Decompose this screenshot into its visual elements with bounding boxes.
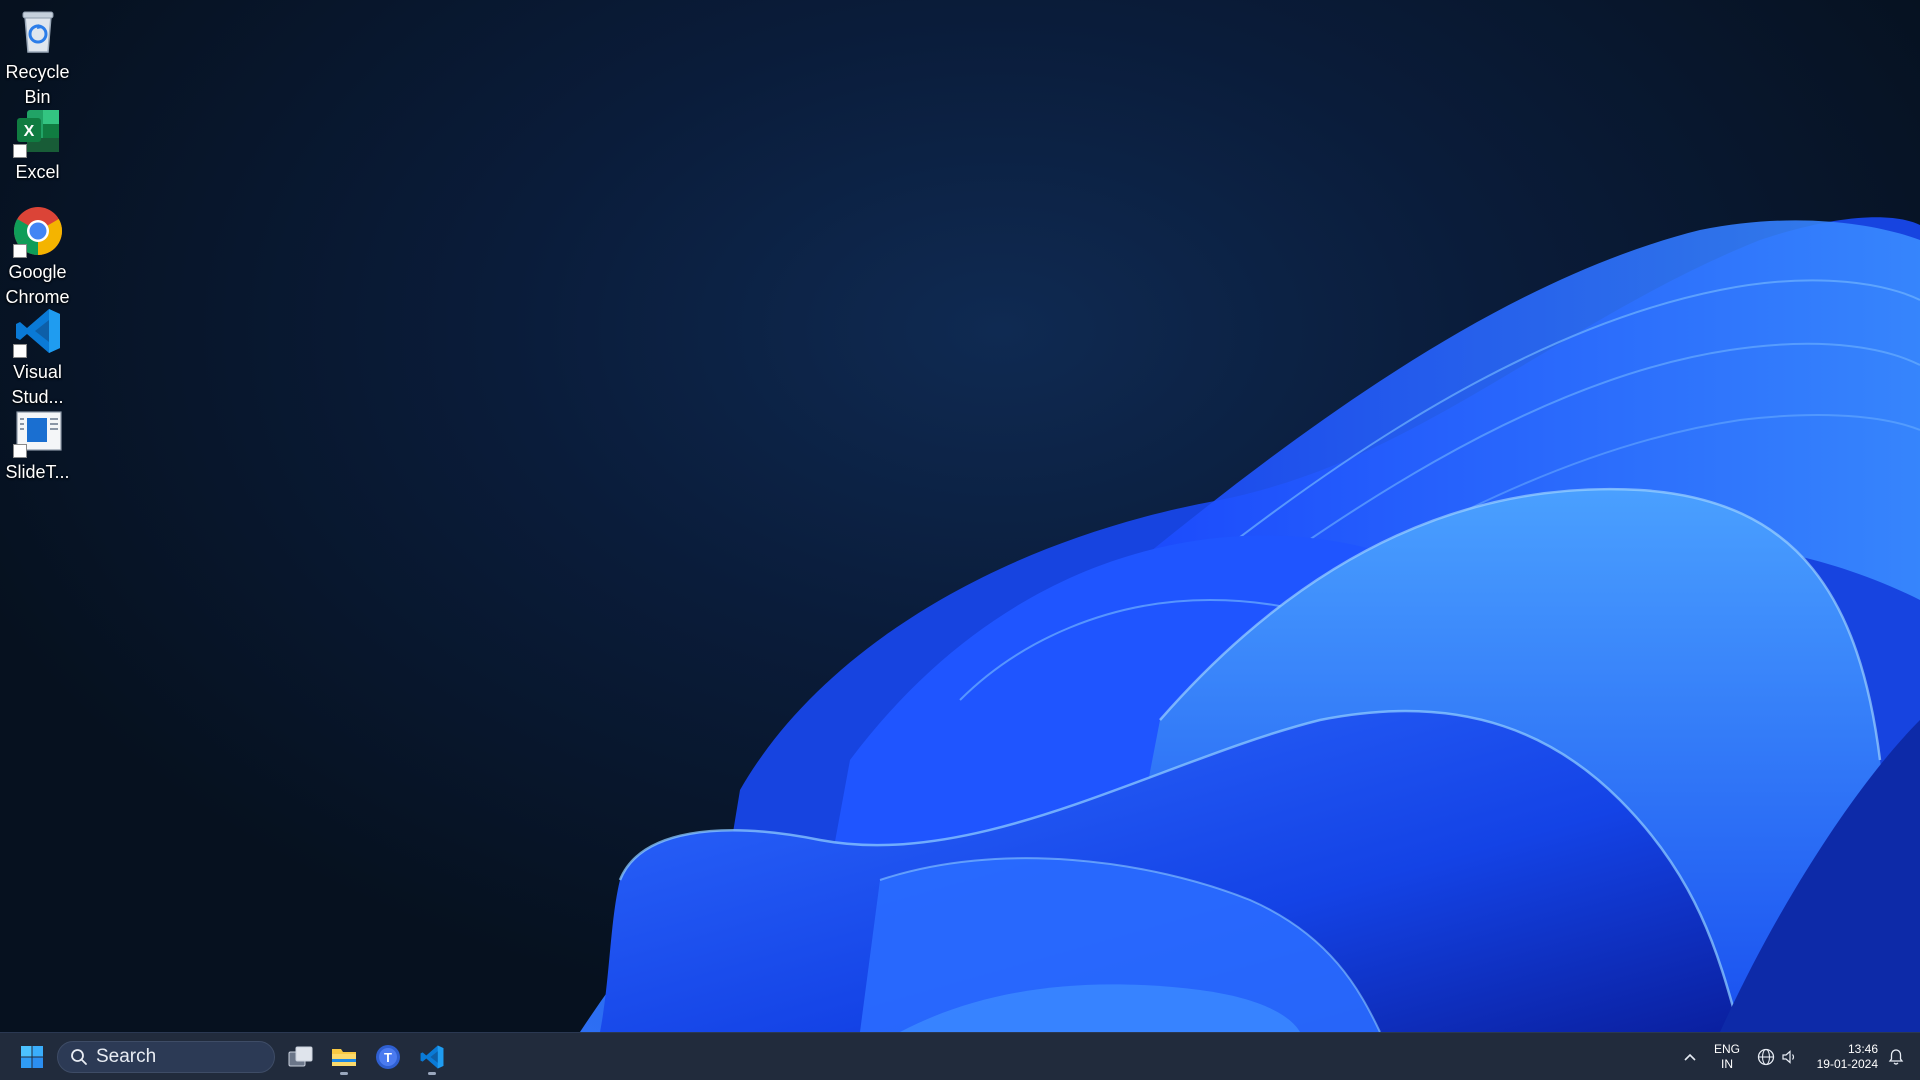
input-indicator[interactable]: ENG IN bbox=[1707, 1037, 1747, 1077]
taskbar-file-explorer[interactable] bbox=[324, 1037, 364, 1077]
search-icon bbox=[71, 1049, 87, 1065]
vscode-icon bbox=[12, 306, 63, 358]
globe-icon bbox=[1757, 1048, 1775, 1066]
shortcut-arrow-icon bbox=[12, 444, 27, 458]
excel-icon: X bbox=[12, 106, 63, 158]
shortcut-arrow-icon bbox=[12, 344, 27, 358]
taskbar: Search T ENG IN 13:46 19-01-2024 bbox=[0, 1032, 1920, 1080]
task-view-icon bbox=[288, 1046, 313, 1067]
file-explorer-icon bbox=[332, 1049, 356, 1066]
taskbar-teams[interactable]: T bbox=[368, 1037, 408, 1077]
taskbar-search-box[interactable]: Search bbox=[57, 1041, 275, 1073]
recycle-bin-icon bbox=[13, 6, 63, 56]
region-label: IN bbox=[1720, 1057, 1733, 1071]
running-indicator bbox=[428, 1072, 436, 1075]
clock-button[interactable]: 13:46 19-01-2024 bbox=[1806, 1037, 1878, 1077]
desktop-icon-recycle-bin[interactable]: Recycle Bin bbox=[0, 0, 75, 110]
chrome-icon bbox=[12, 206, 63, 258]
language-label: ENG bbox=[1713, 1042, 1740, 1056]
volume-icon bbox=[1782, 1050, 1795, 1064]
wallpaper-bloom bbox=[580, 217, 1920, 1032]
running-indicator bbox=[340, 1072, 348, 1075]
show-hidden-icons-button[interactable] bbox=[1670, 1037, 1710, 1077]
clock-date: 19-01-2024 bbox=[1816, 1057, 1878, 1071]
desktop-icon-slide-app[interactable]: SlideT... bbox=[0, 400, 75, 485]
search-label: Search bbox=[96, 1046, 157, 1067]
start-button[interactable] bbox=[12, 1037, 52, 1077]
teams-icon: T bbox=[376, 1045, 400, 1069]
desktop-icon-vscode[interactable]: Visual Stud... bbox=[0, 300, 75, 410]
taskbar-vscode[interactable] bbox=[412, 1037, 452, 1077]
desktop-icon-label: Excel bbox=[15, 162, 60, 182]
bell-icon bbox=[1888, 1049, 1904, 1065]
desktop-icon-label: SlideT... bbox=[5, 462, 70, 482]
svg-text:X: X bbox=[23, 123, 34, 140]
clock-time: 13:46 bbox=[1847, 1042, 1878, 1056]
shortcut-arrow-icon bbox=[12, 244, 27, 258]
desktop[interactable]: Recycle Bin X Excel Google Chrome Visual… bbox=[0, 0, 1920, 1032]
slide-app-icon bbox=[12, 406, 63, 458]
vscode-icon bbox=[420, 1045, 444, 1069]
shortcut-arrow-icon bbox=[12, 144, 27, 158]
taskbar-task-view[interactable] bbox=[281, 1037, 321, 1077]
notifications-button[interactable] bbox=[1880, 1037, 1912, 1077]
svg-text:T: T bbox=[384, 1050, 392, 1065]
desktop-icon-chrome[interactable]: Google Chrome bbox=[0, 200, 75, 310]
network-volume-button[interactable] bbox=[1750, 1037, 1804, 1077]
chevron-up-icon bbox=[1684, 1053, 1696, 1061]
desktop-icon-excel[interactable]: X Excel bbox=[0, 100, 75, 185]
windows-logo-icon bbox=[21, 1046, 43, 1068]
